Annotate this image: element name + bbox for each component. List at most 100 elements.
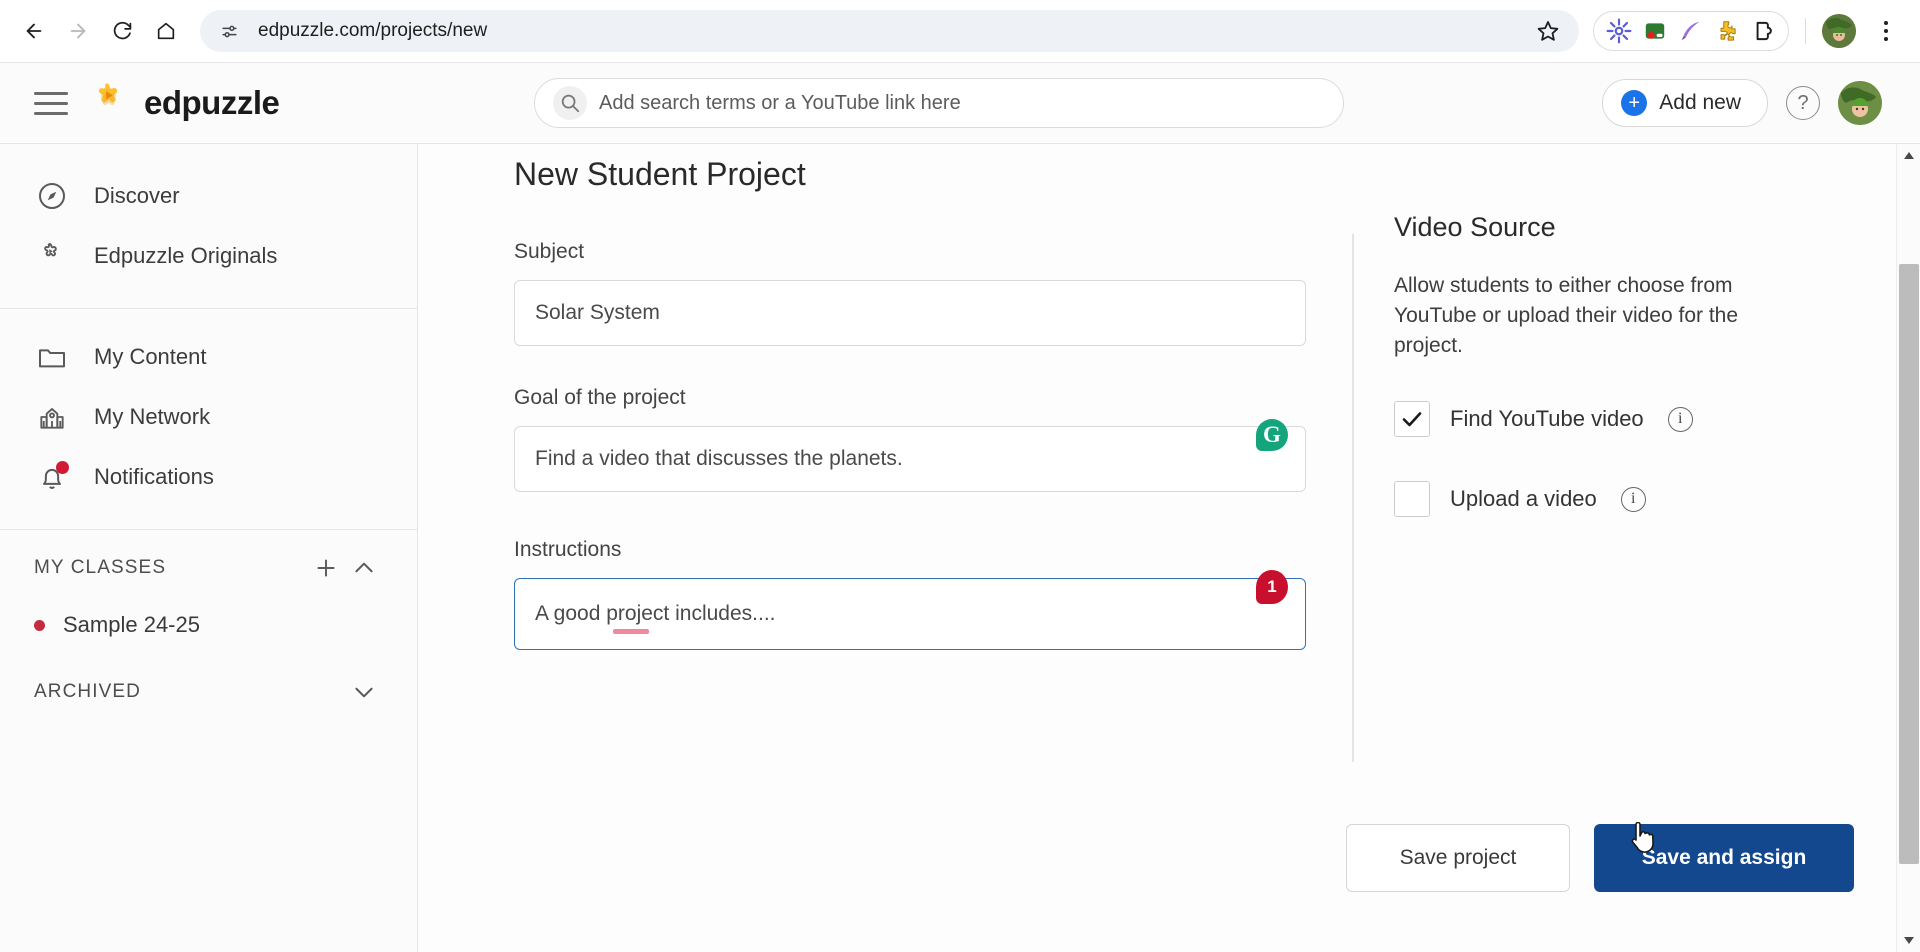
brand-logo[interactable]: edpuzzle xyxy=(90,80,280,127)
browser-toolbar: edpuzzle.com/projects/new xyxy=(0,0,1920,62)
my-classes-title: MY CLASSES xyxy=(34,557,167,578)
sidebar-item-label: Discover xyxy=(94,183,180,208)
option-upload-a-video[interactable]: Upload a video i xyxy=(1394,472,1794,526)
edpuzzle-logo-icon xyxy=(90,80,132,127)
upload-a-video-checkbox[interactable] xyxy=(1394,481,1430,518)
class-label: Sample 24-25 xyxy=(63,612,200,637)
scrollbar-thumb[interactable] xyxy=(1898,264,1919,864)
video-source-description: Allow students to either choose from You… xyxy=(1394,274,1739,357)
star-icon[interactable] xyxy=(1531,14,1565,48)
address-bar[interactable]: edpuzzle.com/projects/new xyxy=(200,10,1579,52)
sidebar-item-notifications[interactable]: Notifications xyxy=(0,447,417,507)
option-find-youtube-video[interactable]: Find YouTube video i xyxy=(1394,392,1794,446)
subject-value: Solar System xyxy=(535,301,660,324)
site-settings-icon[interactable] xyxy=(214,16,244,46)
chevron-down-icon[interactable] xyxy=(345,673,383,711)
home-button[interactable] xyxy=(146,11,186,51)
sidebar-item-label: Notifications xyxy=(94,464,214,489)
save-and-assign-button[interactable]: Save and assign xyxy=(1594,824,1854,892)
school-building-icon xyxy=(34,399,70,435)
plus-icon[interactable] xyxy=(307,549,345,587)
panel-divider xyxy=(1352,234,1354,762)
extension-asterisk-icon[interactable] xyxy=(1602,14,1636,48)
field-label: Instructions xyxy=(514,538,622,561)
forward-button[interactable] xyxy=(58,11,98,51)
folder-icon xyxy=(34,339,70,375)
toolbar-divider xyxy=(1805,18,1806,44)
sidebar-item-class-sample-24-25[interactable]: Sample 24-25 xyxy=(0,596,417,654)
goal-value: Find a video that discusses the planets. xyxy=(535,447,903,470)
instructions-input[interactable]: A good project includes.... 1 xyxy=(514,570,1306,650)
sidebar-group-discover: Discover Edpuzzle Originals xyxy=(0,166,417,309)
back-arrow-icon xyxy=(23,20,45,42)
page-title: New Student Project xyxy=(514,156,806,192)
reload-button[interactable] xyxy=(102,11,142,51)
archived-title: ARCHIVED xyxy=(34,681,141,702)
option-label: Find YouTube video xyxy=(1450,406,1644,432)
video-source-panel: Video Source Allow students to either ch… xyxy=(1394,212,1794,552)
class-color-dot xyxy=(34,619,45,631)
project-form: Subject Solar System Goal of the project… xyxy=(514,240,1306,690)
user-avatar[interactable] xyxy=(1838,81,1882,125)
field-goal: Goal of the project Find a video that di… xyxy=(514,386,1306,492)
scrollbar-track[interactable] xyxy=(1897,168,1920,928)
sidebar-item-discover[interactable]: Discover xyxy=(0,166,417,226)
option-label: Upload a video xyxy=(1450,486,1597,512)
notification-badge-dot xyxy=(56,461,69,474)
home-icon xyxy=(155,20,177,42)
sidebar-item-my-network[interactable]: My Network xyxy=(0,387,417,447)
find-youtube-video-checkbox[interactable] xyxy=(1394,401,1430,438)
url-text: edpuzzle.com/projects/new xyxy=(258,20,488,41)
extensions-pill xyxy=(1593,11,1789,51)
browser-profile-avatar[interactable] xyxy=(1822,14,1856,48)
video-source-title: Video Source xyxy=(1394,212,1556,242)
reload-icon xyxy=(112,21,133,42)
main-content: New Student Project Subject Solar System… xyxy=(418,144,1920,952)
scroll-down-arrow-icon[interactable] xyxy=(1897,928,1920,952)
forward-arrow-icon xyxy=(67,20,89,42)
help-label: ? xyxy=(1797,91,1809,114)
sidebar-item-my-content[interactable]: My Content xyxy=(0,327,417,387)
hamburger-menu-icon[interactable] xyxy=(24,81,68,125)
extension-manager-icon[interactable] xyxy=(1746,14,1780,48)
instructions-value: A good project includes.... xyxy=(535,602,776,625)
back-button[interactable] xyxy=(14,11,54,51)
info-icon[interactable]: i xyxy=(1667,406,1693,432)
search-input[interactable] xyxy=(599,79,1343,127)
edpuzzle-puzzle-icon xyxy=(34,238,70,274)
grammarly-issue-count: 1 xyxy=(1256,570,1288,604)
extension-puzzle-yellow-icon[interactable] xyxy=(1710,14,1744,48)
three-dot-menu-icon[interactable] xyxy=(1868,13,1904,49)
app-body: Discover Edpuzzle Originals My Content M… xyxy=(0,144,1920,952)
global-search[interactable] xyxy=(534,78,1344,128)
field-subject: Subject Solar System xyxy=(514,240,1306,346)
bell-icon xyxy=(34,459,70,495)
save-project-button[interactable]: Save project xyxy=(1346,824,1570,892)
spellcheck-underline xyxy=(613,629,649,634)
scroll-up-arrow-icon[interactable] xyxy=(1897,144,1920,168)
grammarly-logo-icon[interactable]: G xyxy=(1255,415,1289,455)
sidebar-item-label: My Content xyxy=(94,344,207,369)
goal-input[interactable]: Find a video that discusses the planets.… xyxy=(514,419,1306,492)
app-header: edpuzzle + Add new ? xyxy=(0,62,1920,144)
vertical-scrollbar[interactable] xyxy=(1896,144,1920,952)
compass-icon xyxy=(34,178,70,214)
field-label: Goal of the project xyxy=(514,386,686,409)
add-new-button[interactable]: + Add new xyxy=(1602,79,1768,127)
add-new-label: Add new xyxy=(1659,91,1741,114)
info-icon[interactable]: i xyxy=(1620,486,1646,512)
plus-icon: + xyxy=(1621,90,1648,116)
field-instructions: Instructions A good project includes....… xyxy=(514,538,1306,650)
grammarly-g-letter: G xyxy=(1256,419,1288,451)
header-actions: + Add new ? xyxy=(1602,79,1896,127)
grammarly-issue-count-badge[interactable]: 1 xyxy=(1255,567,1289,607)
extension-screen-recorder-icon[interactable] xyxy=(1638,14,1672,48)
extension-quill-icon[interactable] xyxy=(1674,14,1708,48)
subject-input[interactable]: Solar System xyxy=(514,280,1306,346)
sidebar-item-edpuzzle-originals[interactable]: Edpuzzle Originals xyxy=(0,226,417,286)
field-label: Subject xyxy=(514,240,585,263)
archived-header[interactable]: ARCHIVED xyxy=(0,664,417,720)
help-icon[interactable]: ? xyxy=(1786,86,1820,120)
search-icon xyxy=(553,86,587,120)
chevron-up-icon[interactable] xyxy=(345,549,383,587)
